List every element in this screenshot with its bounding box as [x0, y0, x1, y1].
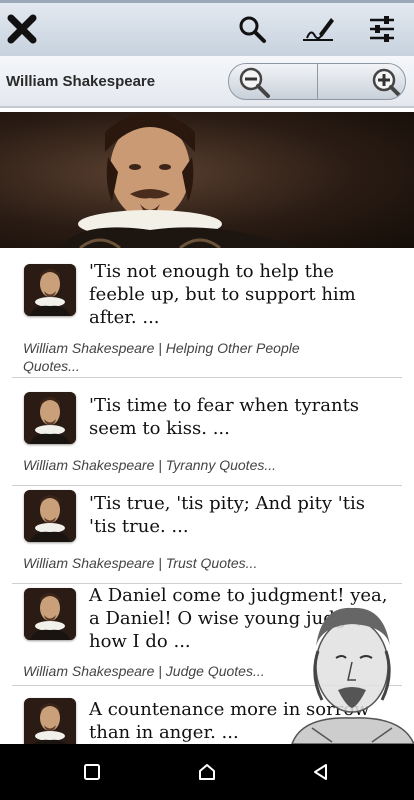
- back-button[interactable]: [309, 760, 333, 784]
- close-button[interactable]: [2, 9, 42, 49]
- author-thumbnail: [24, 490, 76, 542]
- zoom-out-icon: [239, 67, 270, 98]
- back-icon: [314, 764, 327, 780]
- zoom-in-button[interactable]: [318, 64, 405, 99]
- zoom-in-icon: [372, 68, 402, 98]
- search-button[interactable]: [232, 9, 272, 49]
- close-icon: [7, 14, 37, 44]
- list-item[interactable]: 'Tis true, 'tis pity; And pity 'tis 'tis…: [12, 486, 402, 584]
- title-bar: William Shakespeare: [0, 56, 414, 108]
- settings-sliders-icon: [370, 16, 394, 42]
- search-icon: [239, 16, 266, 43]
- sign-button[interactable]: [298, 9, 338, 49]
- quote-source: William Shakespeare | Trust Quotes...: [23, 555, 258, 571]
- page-title: William Shakespeare: [6, 73, 156, 90]
- quote-text: 'Tis true, 'tis pity; And pity 'tis 'tis…: [89, 493, 365, 537]
- settings-button[interactable]: [362, 9, 402, 49]
- home-icon: [199, 764, 215, 780]
- quote-list: 'Tis not enough to help the feeble up, b…: [0, 248, 414, 744]
- recent-apps-button[interactable]: [80, 760, 104, 784]
- author-thumbnail: [24, 264, 76, 316]
- list-item[interactable]: A countenance more in sorrow than in ang…: [12, 686, 402, 744]
- author-thumbnail: [24, 588, 76, 640]
- author-banner: [0, 112, 414, 248]
- author-thumbnail: [24, 698, 76, 744]
- system-nav-bar: [0, 744, 414, 800]
- recent-apps-icon: [84, 764, 100, 780]
- zoom-controls: [228, 63, 406, 100]
- list-item[interactable]: A Daniel come to judgment! yea, a Daniel…: [12, 584, 402, 686]
- author-thumbnail: [24, 392, 76, 444]
- app-screen: William Shakespeare 'Tis not enough to h…: [0, 0, 414, 800]
- portrait-image: [60, 112, 300, 248]
- home-button[interactable]: [195, 760, 219, 784]
- top-toolbar: [0, 0, 414, 56]
- quote-source: William Shakespeare | Judge Quotes...: [23, 663, 265, 679]
- quote-text: 'Tis not enough to help the feeble up, b…: [89, 261, 356, 328]
- zoom-out-button[interactable]: [229, 64, 317, 99]
- quote-source: William Shakespeare | Helping Other Peop…: [23, 340, 300, 374]
- quote-text: A Daniel come to judgment! yea, a Daniel…: [89, 585, 388, 652]
- list-item[interactable]: 'Tis time to fear when tyrants seem to k…: [12, 378, 402, 486]
- sign-pen-icon: [303, 18, 334, 41]
- quote-text: A countenance more in sorrow than in ang…: [89, 699, 370, 743]
- quote-source: William Shakespeare | Tyranny Quotes...: [23, 457, 277, 473]
- quote-text: 'Tis time to fear when tyrants seem to k…: [89, 395, 360, 439]
- list-item[interactable]: 'Tis not enough to help the feeble up, b…: [12, 248, 402, 378]
